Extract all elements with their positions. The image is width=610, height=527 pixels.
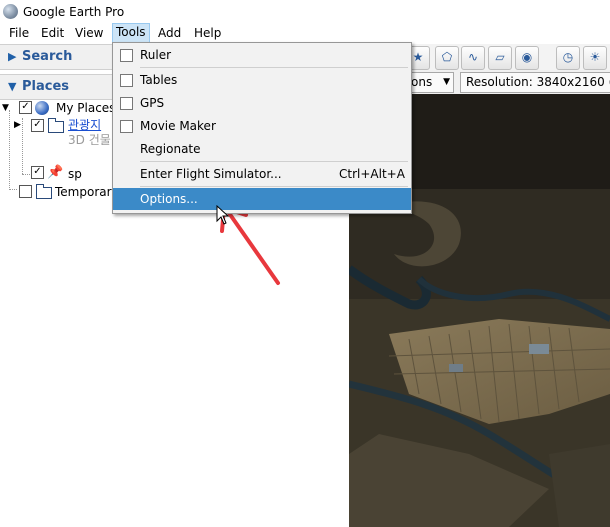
gps-checkbox[interactable] <box>120 97 133 110</box>
menu-divider <box>140 186 408 187</box>
menu-item-options[interactable]: Options... <box>113 188 411 210</box>
menu-item-label: Regionate <box>140 142 201 156</box>
menu-item-label: Ruler <box>140 48 172 62</box>
menu-item-ruler[interactable]: Ruler <box>113 44 411 66</box>
tables-checkbox[interactable] <box>120 74 133 87</box>
menu-item-tables[interactable]: Tables <box>113 69 411 91</box>
menu-divider <box>140 161 408 162</box>
menu-item-flight-simulator[interactable]: Enter Flight Simulator... Ctrl+Alt+A <box>113 163 411 185</box>
menu-item-label: Tables <box>140 73 178 87</box>
menu-item-regionate[interactable]: Regionate <box>113 138 411 160</box>
mouse-cursor-icon <box>216 205 230 225</box>
tools-menu: Ruler Tables GPS Movie Maker Regionate E… <box>112 42 412 214</box>
menu-item-label: Enter Flight Simulator... <box>140 167 282 181</box>
menu-item-label: GPS <box>140 96 165 110</box>
menu-item-gps[interactable]: GPS <box>113 92 411 114</box>
ruler-checkbox[interactable] <box>120 49 133 62</box>
menu-divider <box>140 67 408 68</box>
menu-item-label: Options... <box>140 192 198 206</box>
movie-maker-checkbox[interactable] <box>120 120 133 133</box>
menu-item-movie-maker[interactable]: Movie Maker <box>113 115 411 137</box>
menu-item-shortcut: Ctrl+Alt+A <box>339 167 405 181</box>
menu-item-label: Movie Maker <box>140 119 216 133</box>
